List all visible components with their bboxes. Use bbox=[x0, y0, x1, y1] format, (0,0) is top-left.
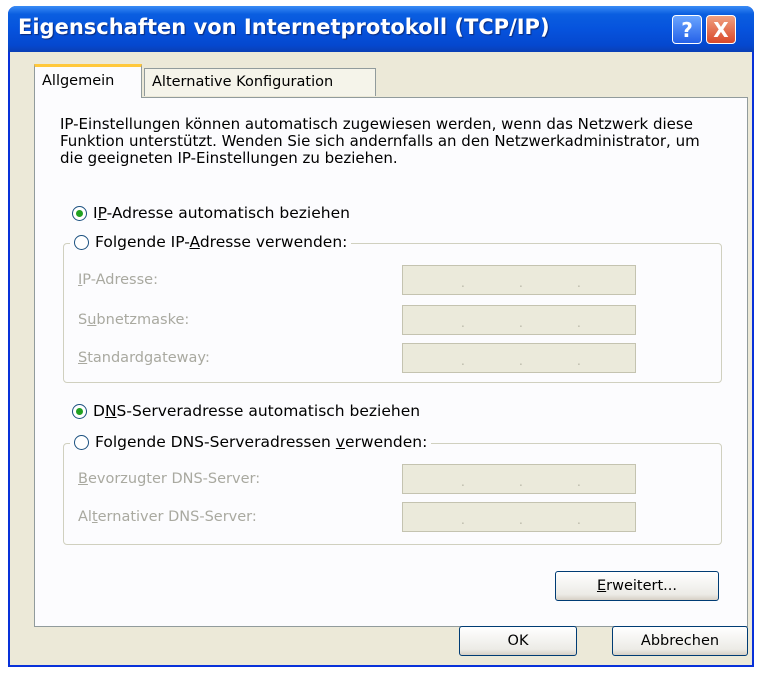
radio-checked-icon bbox=[72, 206, 87, 221]
dns-manual-radio[interactable]: Folgende DNS-Serveradressen verwenden: bbox=[70, 433, 432, 451]
ip-address-label: IP-Adresse: bbox=[78, 272, 158, 288]
close-button[interactable]: X bbox=[706, 15, 736, 44]
advanced-button[interactable]: Erweitert... bbox=[555, 571, 719, 601]
subnet-mask-field[interactable]: ... bbox=[402, 305, 636, 335]
alternate-dns-field[interactable]: ... bbox=[402, 502, 636, 532]
subnet-mask-label: Subnetzmaske: bbox=[78, 312, 190, 328]
default-gateway-label: Standardgateway: bbox=[78, 350, 210, 366]
radio-checked-icon bbox=[72, 404, 87, 419]
tcpip-properties-dialog: Eigenschaften von Internetprotokoll (TCP… bbox=[8, 6, 754, 667]
ip-manual-radio[interactable]: Folgende IP-Adresse verwenden: bbox=[70, 233, 352, 251]
radio-unchecked-icon bbox=[74, 235, 89, 250]
alternate-dns-label: Alternativer DNS-Server: bbox=[78, 509, 257, 525]
ip-auto-radio[interactable]: IP-Adresse automatisch beziehen bbox=[72, 204, 350, 222]
general-tab-panel: IP-Einstellungen können automatisch zuge… bbox=[34, 97, 748, 627]
preferred-dns-field[interactable]: ... bbox=[402, 464, 636, 494]
default-gateway-field[interactable]: ... bbox=[402, 343, 636, 373]
cancel-button[interactable]: Abbrechen bbox=[612, 626, 748, 656]
help-button[interactable]: ? bbox=[672, 15, 702, 44]
tab-allgemein[interactable]: Allgemein bbox=[34, 64, 142, 98]
tab-alternative-konfiguration[interactable]: Alternative Konfiguration bbox=[144, 68, 376, 96]
close-icon: X bbox=[713, 18, 729, 42]
intro-text: IP-Einstellungen können automatisch zuge… bbox=[60, 115, 700, 167]
dns-auto-radio[interactable]: DNS-Serveradresse automatisch beziehen bbox=[72, 402, 420, 420]
ok-button[interactable]: OK bbox=[459, 626, 577, 656]
radio-unchecked-icon bbox=[74, 435, 89, 450]
preferred-dns-label: Bevorzugter DNS-Server: bbox=[78, 471, 261, 487]
help-icon: ? bbox=[681, 18, 693, 42]
ip-address-field[interactable]: ... bbox=[402, 265, 636, 295]
window-title: Eigenschaften von Internetprotokoll (TCP… bbox=[18, 15, 550, 39]
title-bar[interactable]: Eigenschaften von Internetprotokoll (TCP… bbox=[8, 6, 754, 52]
